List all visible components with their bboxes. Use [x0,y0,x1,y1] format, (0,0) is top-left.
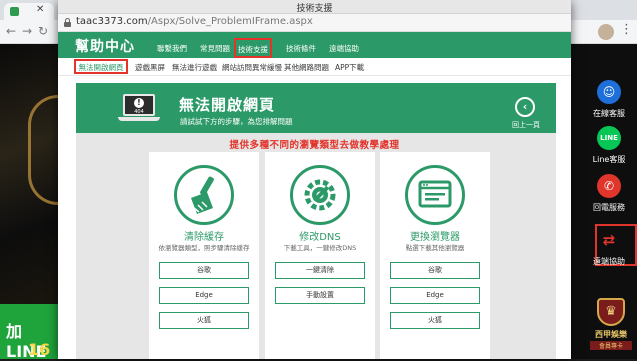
card-description: 點選下載其他瀏覽器 [405,244,465,252]
back-arrow-icon[interactable]: ‹ [515,97,535,117]
side-item-online-service[interactable]: ☺ 在線客服 [585,80,633,119]
background-tab[interactable]: ✕ [4,3,54,20]
banner-subtitle: 請試試下方的步驟，為您排解問題 [180,117,293,126]
dns-manual-setup-button[interactable]: 手動設置 [275,287,365,304]
nav-remote-assist[interactable]: 遠端協助 [329,43,359,54]
nav-tech-support-label: 技術支援 [238,45,268,54]
line-promo-banner[interactable]: 加LINE 16 [0,304,60,361]
nav-tech-support[interactable]: 技術支援 [234,38,272,58]
line-banner-number: 16 [28,340,51,359]
gears-wrench-icon [290,165,350,225]
tab-favicon-icon [10,7,19,16]
lock-icon [64,18,71,27]
card-clear-cache: 清除緩存 依瀏覽器類型，照步驟清除緩存 谷歌 Edge 火狐 [149,152,259,359]
problem-banner: ! 404 無法開啟網頁 請試試下方的步驟，為您排解問題 ‹ 回上一頁 [76,83,556,133]
side-item-label: Line客服 [592,155,626,164]
subnav-cannot-open-page-label: 無法開啟網頁 [78,63,124,72]
card-title: 清除緩存 [184,232,224,243]
laptop-error-icon: ! 404 [118,94,160,126]
site-logo: 幫助中心 [75,39,135,55]
forward-arrow-icon[interactable]: → [22,24,32,38]
download-firefox-button[interactable]: 火狐 [390,312,480,329]
subnav-other-network[interactable]: 其他網路問題 [284,62,329,73]
side-item-remote-assist[interactable]: ⇄ 遠端協助 [585,228,633,267]
back-button-label[interactable]: 回上一頁 [506,120,546,130]
swap-arrows-icon: ⇄ [602,231,616,249]
nav-contact-us[interactable]: 聯繫我們 [157,43,187,54]
reload-icon[interactable]: ↻ [38,24,48,38]
card-description: 依瀏覽器類型，照步驟清除緩存 [158,244,250,252]
banner-title: 無法開啟網頁 [179,96,276,114]
profile-avatar[interactable] [598,24,614,40]
dns-one-click-button[interactable]: 一鍵清除 [275,262,365,279]
line-icon: LINE [597,126,621,150]
clear-cache-edge-button[interactable]: Edge [159,287,249,304]
subnav-cannot-play[interactable]: 無法進行遊戲 [172,62,217,73]
subnav-cannot-open-page[interactable]: 無法開啟網頁 [74,59,128,74]
card-description: 下載工具，一鍵修改DNS [283,244,357,252]
browser-window-icon [405,165,465,225]
support-popup-window: 技術支援 taac3373.com/Aspx/Solve_ProblemIFra… [58,0,571,359]
browser-menu-icon[interactable]: ⋮ [620,22,633,37]
logo-subtitle: 會員專卡 [590,341,632,350]
site-header: 幫助中心 聯繫我們 常見問題 技術支援 技術條件 遠端協助 [58,32,571,58]
nav-faq[interactable]: 常見問題 [200,43,230,54]
url-host: taac3373.com [76,16,148,27]
download-chrome-button[interactable]: 谷歌 [390,262,480,279]
brand-logo: ♛ 西甲娛樂 會員專卡 [590,298,632,354]
phone-icon: ✆ [597,174,621,198]
nav-tech-requirements[interactable]: 技術條件 [286,43,316,54]
side-item-label: 在線客服 [593,109,625,118]
download-edge-button[interactable]: Edge [390,287,480,304]
logo-title: 西甲娛樂 [595,330,627,339]
gold-ornament-icon [28,95,58,205]
clear-cache-chrome-button[interactable]: 谷歌 [159,262,249,279]
sub-navigation: 無法開啟網頁 遊戲黑屏 無法進行遊戲 網站訪問異常緩慢 其他網路問題 APP下載 [58,58,571,76]
window-url-bar[interactable]: taac3373.com/Aspx/Solve_ProblemIFrame.as… [58,14,571,32]
card-change-browser: 更換瀏覽器 點選下載其他瀏覽器 谷歌 Edge 火狐 [380,152,490,359]
card-modify-dns: 修改DNS 下載工具，一鍵修改DNS 一鍵清除 手動設置 [265,152,375,359]
side-item-callback[interactable]: ✆ 回電服務 [585,174,633,213]
subnav-game-black-screen[interactable]: 遊戲黑屏 [135,62,165,73]
card-title: 修改DNS [299,232,341,243]
side-item-label: 遠端協助 [593,257,625,266]
url-path: /Aspx/Solve_ProblemIFrame.aspx [147,16,313,27]
shield-logo-icon: ♛ [597,298,625,326]
side-item-line-service[interactable]: LINE Line客服 [585,126,633,165]
headset-icon: ☺ [597,80,621,104]
back-arrow-icon[interactable]: ← [6,24,16,38]
clear-cache-firefox-button[interactable]: 火狐 [159,312,249,329]
close-tab-icon[interactable]: ✕ [36,4,44,15]
window-url: taac3373.com/Aspx/Solve_ProblemIFrame.as… [76,16,313,27]
instruction-text: 提供多種不同的瀏覽類型去做教學處理 [229,140,400,151]
subnav-slow-access[interactable]: 網站訪問異常緩慢 [222,62,282,73]
subnav-app-download[interactable]: APP下載 [335,62,364,73]
card-title: 更換瀏覽器 [410,232,460,243]
window-title: 技術支援 [296,4,333,14]
window-titlebar[interactable]: 技術支援 [58,0,571,14]
side-item-label: 回電服務 [593,203,625,212]
error-code: 404 [134,109,144,115]
broom-icon [174,165,234,225]
